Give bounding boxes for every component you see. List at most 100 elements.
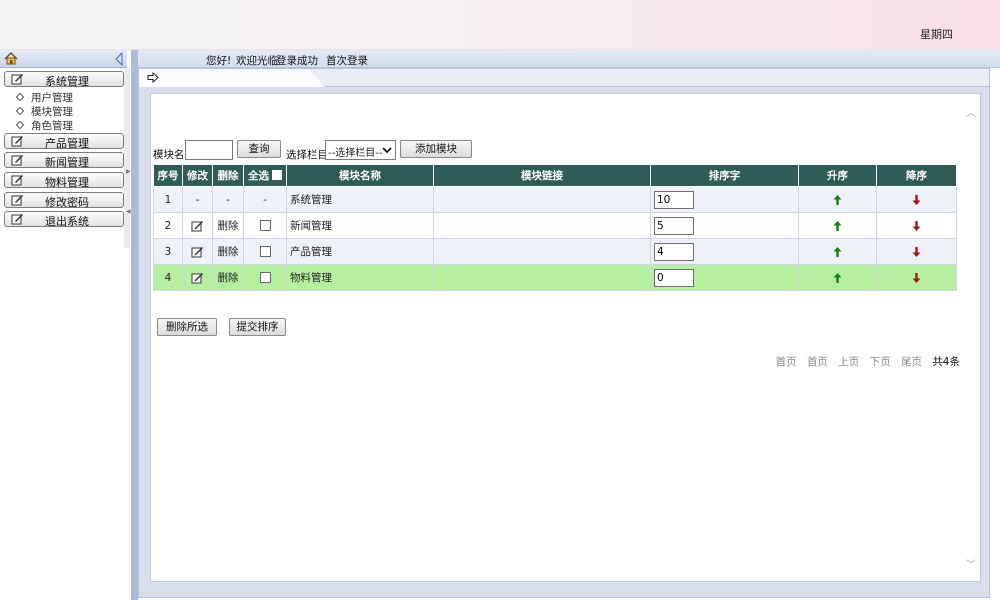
module-table: 序号 修改 删除 全选 模块名称 模块链接 排序字 升序 降序 1 - - - bbox=[153, 164, 957, 291]
row-ascend-cell bbox=[798, 212, 877, 239]
splitter-bar[interactable] bbox=[131, 50, 138, 600]
column-header-no: 序号 bbox=[153, 164, 183, 187]
row-delete-placeholder: - bbox=[212, 186, 244, 213]
edit-icon bbox=[11, 175, 23, 186]
row-sort-cell bbox=[650, 212, 799, 239]
rail-arrow-left-icon[interactable]: ◀ bbox=[126, 208, 131, 215]
sidebar-item-change-password[interactable]: 修改密码 bbox=[4, 192, 124, 209]
arrow-right-icon bbox=[147, 72, 159, 83]
row-checkbox[interactable] bbox=[259, 246, 271, 257]
column-header-select-all[interactable]: 全选 bbox=[243, 164, 287, 187]
sidebar-item-product[interactable]: 产品管理 bbox=[4, 133, 124, 150]
pager-last-link[interactable]: 尾页 bbox=[901, 356, 922, 368]
sidebar-item-news[interactable]: 新闻管理 bbox=[4, 152, 124, 169]
pager-prev-link[interactable]: 上页 bbox=[838, 356, 859, 368]
add-module-button[interactable]: 添加模块 bbox=[400, 140, 472, 158]
submit-sort-button[interactable]: 提交排序 bbox=[229, 318, 286, 336]
delete-link[interactable]: 删除 bbox=[212, 212, 244, 239]
row-checkbox[interactable] bbox=[259, 220, 271, 231]
collapse-sidebar-icon[interactable] bbox=[115, 52, 123, 66]
row-checkbox[interactable] bbox=[259, 272, 271, 283]
row-module-link bbox=[433, 238, 651, 265]
row-descend-cell bbox=[876, 212, 957, 239]
table-row: 3 删除 产品管理 bbox=[153, 238, 957, 265]
welcome-text: 欢迎光临 bbox=[236, 55, 278, 67]
sidebar-item-material[interactable]: 物料管理 bbox=[4, 172, 124, 189]
edit-icon bbox=[11, 74, 23, 85]
arrow-up-icon[interactable] bbox=[833, 220, 842, 231]
filter-toolbar: 模块名 查询 选择栏目 --选择栏目-- 添加模块 bbox=[153, 140, 853, 162]
sort-key-input[interactable] bbox=[654, 190, 694, 209]
login-count-text: 首次登录 bbox=[326, 55, 368, 67]
column-header-descend: 降序 bbox=[876, 164, 957, 187]
edit-icon bbox=[11, 195, 23, 206]
row-select-cell bbox=[243, 238, 287, 265]
tab-current[interactable] bbox=[139, 69, 325, 87]
row-sort-cell bbox=[650, 264, 799, 291]
arrow-up-icon[interactable] bbox=[833, 246, 842, 257]
column-select-value: --选择栏目-- bbox=[328, 148, 383, 159]
row-ascend-cell bbox=[798, 264, 877, 291]
sidebar: ▶ ◀ 系统管理 用户管理 模块管理 角色管理 产品管理 新闻管理 物料管理 修… bbox=[0, 50, 131, 600]
row-select-cell bbox=[243, 212, 287, 239]
diamond-bullet-icon bbox=[15, 120, 25, 130]
row-descend-cell bbox=[876, 186, 957, 213]
home-icon[interactable] bbox=[4, 52, 18, 65]
sidebar-item-system[interactable]: 系统管理 bbox=[4, 71, 124, 88]
content-panel: ︿ ﹀ 模块名 查询 选择栏目 --选择栏目-- 添加模块 序号 修改 删除 全… bbox=[150, 93, 981, 582]
sort-key-input[interactable] bbox=[654, 216, 694, 235]
column-select[interactable]: --选择栏目-- bbox=[325, 140, 396, 160]
edit-icon[interactable] bbox=[191, 219, 204, 232]
row-edit-cell bbox=[182, 238, 213, 265]
arrow-down-icon[interactable] bbox=[912, 246, 921, 257]
table-header-row: 序号 修改 删除 全选 模块名称 模块链接 排序字 升序 降序 bbox=[153, 164, 957, 187]
arrow-down-icon[interactable] bbox=[912, 272, 921, 283]
edit-icon[interactable] bbox=[191, 245, 204, 258]
scroll-up-icon[interactable]: ︿ bbox=[966, 104, 976, 119]
top-banner: 星期四 bbox=[0, 0, 1000, 50]
submenu-user-management[interactable]: 用户管理 bbox=[15, 90, 73, 105]
arrow-down-icon[interactable] bbox=[912, 220, 921, 231]
column-header-ascend: 升序 bbox=[798, 164, 877, 187]
rail-arrow-right-icon[interactable]: ▶ bbox=[126, 168, 131, 175]
main-frame: ︿ ﹀ 模块名 查询 选择栏目 --选择栏目-- 添加模块 序号 修改 删除 全… bbox=[138, 68, 990, 598]
sidebar-item-label: 产品管理 bbox=[45, 137, 89, 150]
row-number: 2 bbox=[153, 212, 183, 239]
arrow-up-icon[interactable] bbox=[833, 272, 842, 283]
row-edit-cell bbox=[182, 264, 213, 291]
sidebar-item-label: 物料管理 bbox=[45, 176, 89, 189]
welcome-bar: 您好! 欢迎光临 登录成功 首次登录 bbox=[138, 50, 1000, 68]
pager-first-link-2[interactable]: 首页 bbox=[807, 356, 828, 368]
sidebar-item-label: 退出系统 bbox=[45, 215, 89, 228]
submenu-role-management[interactable]: 角色管理 bbox=[15, 118, 73, 133]
sidebar-item-logout[interactable]: 退出系统 bbox=[4, 211, 124, 228]
sort-key-input[interactable] bbox=[654, 242, 694, 261]
module-name-label: 模块名 bbox=[153, 149, 185, 161]
submenu-module-management[interactable]: 模块管理 bbox=[15, 104, 73, 119]
row-sort-cell bbox=[650, 186, 799, 213]
pager-first-link[interactable]: 首页 bbox=[776, 356, 797, 368]
select-all-checkbox[interactable] bbox=[272, 170, 282, 180]
pager-next-link[interactable]: 下页 bbox=[870, 356, 891, 368]
table-row-highlighted: 4 删除 物料管理 bbox=[153, 264, 957, 291]
scroll-down-icon[interactable]: ﹀ bbox=[966, 556, 976, 571]
edit-icon[interactable] bbox=[191, 271, 204, 284]
delete-link[interactable]: 删除 bbox=[212, 264, 244, 291]
submenu-label: 模块管理 bbox=[31, 106, 73, 118]
sort-key-input[interactable] bbox=[654, 268, 694, 287]
sidebar-header bbox=[0, 50, 127, 68]
delete-link[interactable]: 删除 bbox=[212, 238, 244, 265]
edit-icon bbox=[11, 214, 23, 225]
module-name-input[interactable] bbox=[185, 140, 233, 160]
arrow-down-icon[interactable] bbox=[912, 194, 921, 205]
row-descend-cell bbox=[876, 238, 957, 265]
column-header-edit: 修改 bbox=[182, 164, 213, 187]
column-header-module-name: 模块名称 bbox=[286, 164, 434, 187]
edit-icon bbox=[11, 155, 23, 166]
query-button[interactable]: 查询 bbox=[237, 140, 281, 158]
arrow-up-icon[interactable] bbox=[833, 194, 842, 205]
sidebar-item-label: 新闻管理 bbox=[45, 156, 89, 169]
delete-selected-button[interactable]: 删除所选 bbox=[157, 318, 217, 336]
row-select-placeholder: - bbox=[243, 186, 287, 213]
tab-strip bbox=[139, 69, 989, 87]
